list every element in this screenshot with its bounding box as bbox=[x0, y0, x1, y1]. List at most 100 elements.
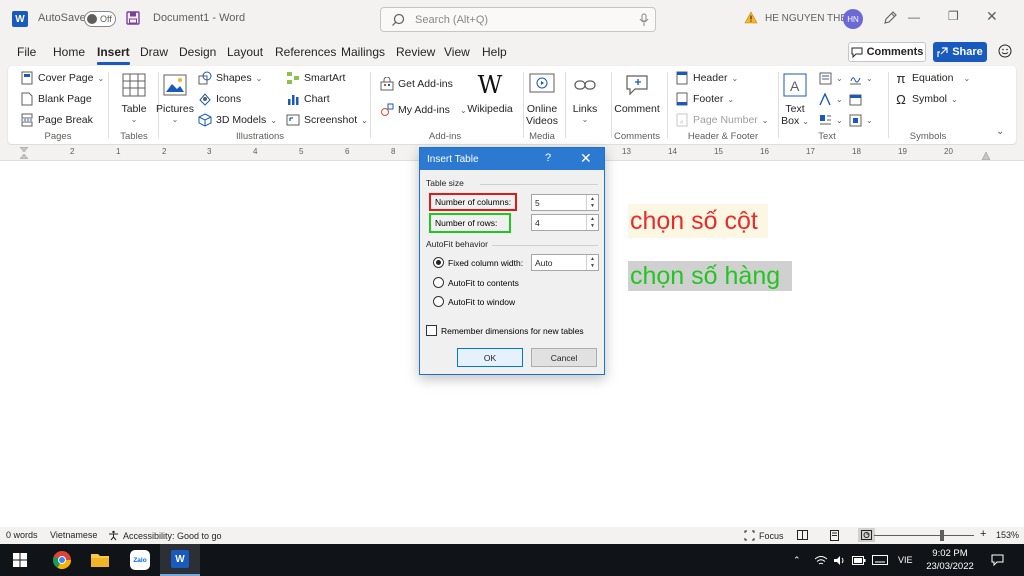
online-videos-button[interactable]: Online Videos bbox=[524, 71, 560, 127]
blank-page-button[interactable]: Blank Page bbox=[20, 92, 92, 106]
autofit-contents-radio[interactable]: AutoFit to contents bbox=[433, 277, 519, 288]
pictures-button[interactable]: Pictures ⌄ bbox=[156, 71, 194, 124]
header-icon bbox=[675, 71, 689, 85]
header-button[interactable]: Header ⌄ bbox=[675, 71, 738, 85]
spin-down-icon[interactable]: ▼ bbox=[587, 223, 598, 231]
chart-button[interactable]: Chart bbox=[286, 92, 330, 106]
windows-start-icon[interactable] bbox=[2, 544, 38, 576]
system-clock[interactable]: 9:02 PM 23/03/2022 bbox=[922, 547, 978, 573]
columns-spinner[interactable]: 5 ▲ ▼ bbox=[531, 194, 599, 211]
focus-button[interactable]: Focus bbox=[744, 530, 784, 541]
zoom-in-button[interactable]: + bbox=[980, 528, 986, 540]
warning-icon[interactable] bbox=[744, 11, 758, 24]
pen-icon[interactable] bbox=[882, 10, 898, 26]
close-icon[interactable]: ✕ bbox=[580, 150, 592, 167]
spin-up-icon[interactable]: ▲ bbox=[587, 215, 598, 223]
keyboard-icon[interactable] bbox=[872, 544, 888, 576]
read-mode-icon[interactable] bbox=[797, 530, 808, 540]
spin-down-icon[interactable]: ▼ bbox=[587, 203, 598, 211]
wikipedia-button[interactable]: W Wikipedia bbox=[467, 71, 513, 115]
minimize-button[interactable]: — bbox=[908, 10, 946, 24]
notifications-icon[interactable] bbox=[991, 544, 1004, 576]
microphone-icon[interactable] bbox=[639, 13, 649, 27]
file-explorer-icon[interactable] bbox=[82, 544, 118, 576]
avatar[interactable]: HN bbox=[843, 9, 863, 29]
battery-icon[interactable] bbox=[852, 544, 866, 576]
save-icon[interactable] bbox=[126, 11, 140, 25]
word-taskbar-icon[interactable]: W bbox=[160, 544, 200, 576]
icons-button[interactable]: Icons bbox=[198, 92, 241, 106]
footer-button[interactable]: Footer ⌄ bbox=[675, 92, 734, 106]
zalo-icon[interactable]: Zalo bbox=[122, 544, 158, 576]
tab-review[interactable]: Review bbox=[396, 45, 435, 59]
zoom-level[interactable]: 153% bbox=[996, 530, 1019, 540]
tab-mailings[interactable]: Mailings bbox=[341, 45, 385, 59]
remember-dimensions-checkbox[interactable]: Remember dimensions for new tables bbox=[426, 325, 584, 336]
print-layout-icon[interactable] bbox=[830, 530, 839, 541]
user-name[interactable]: HE NGUYEN THE bbox=[765, 13, 847, 24]
autosave-toggle[interactable]: Off bbox=[84, 11, 116, 27]
tab-references[interactable]: References bbox=[275, 45, 336, 59]
input-language[interactable]: VIE bbox=[898, 544, 913, 576]
language-status[interactable]: Vietnamese bbox=[50, 530, 97, 540]
tab-file[interactable]: File bbox=[17, 45, 36, 59]
rows-spinner[interactable]: 4 ▲ ▼ bbox=[531, 214, 599, 231]
new-comment-button[interactable]: Comment bbox=[614, 71, 660, 115]
text-box-icon: A bbox=[781, 71, 809, 99]
zoom-out-button[interactable]: - bbox=[866, 528, 870, 540]
tab-layout[interactable]: Layout bbox=[227, 45, 263, 59]
spin-up-icon[interactable]: ▲ bbox=[587, 255, 598, 263]
wordart-button[interactable]: ⌄ bbox=[818, 92, 843, 106]
ok-button[interactable]: OK bbox=[457, 348, 523, 367]
object-button[interactable]: ⌄ bbox=[848, 113, 873, 127]
ruler-number: 1 bbox=[116, 147, 121, 156]
show-hidden-icons[interactable]: ⌃ bbox=[793, 544, 801, 576]
search-input[interactable]: Search (Alt+Q) bbox=[380, 7, 656, 32]
tab-view[interactable]: View bbox=[444, 45, 470, 59]
collapse-ribbon-icon[interactable]: ⌄ bbox=[996, 126, 1004, 137]
indent-marker-icon[interactable] bbox=[19, 146, 29, 162]
spin-up-icon[interactable]: ▲ bbox=[587, 195, 598, 203]
page-break-button[interactable]: Page Break bbox=[20, 113, 93, 127]
word-count[interactable]: 0 words bbox=[6, 530, 38, 540]
wifi-icon[interactable] bbox=[814, 544, 828, 576]
spin-down-icon[interactable]: ▼ bbox=[587, 263, 598, 271]
autofit-window-radio[interactable]: AutoFit to window bbox=[433, 296, 515, 307]
links-button[interactable]: Links ⌄ bbox=[568, 71, 602, 124]
equation-button[interactable]: π Equation ⌄ bbox=[894, 71, 971, 86]
cancel-button[interactable]: Cancel bbox=[531, 348, 597, 367]
shapes-button[interactable]: Shapes ⌄ bbox=[198, 71, 262, 85]
tab-draw[interactable]: Draw bbox=[140, 45, 168, 59]
chrome-icon[interactable] bbox=[44, 544, 80, 576]
tab-design[interactable]: Design bbox=[179, 45, 216, 59]
comments-button[interactable]: Comments bbox=[848, 42, 926, 62]
drop-cap-button[interactable]: ⌄ bbox=[818, 113, 843, 127]
my-addins-button[interactable]: My Add-ins ⌄ bbox=[380, 103, 467, 117]
table-button[interactable]: Table ⌄ bbox=[114, 71, 154, 124]
fixed-width-spinner[interactable]: Auto ▲ ▼ bbox=[531, 254, 599, 271]
smartart-button[interactable]: SmartArt bbox=[286, 71, 345, 85]
3d-models-button[interactable]: 3D Models ⌄ bbox=[198, 113, 277, 127]
signature-line-button[interactable]: ⌄ bbox=[848, 71, 873, 85]
date-time-button[interactable] bbox=[848, 92, 862, 106]
close-window-button[interactable]: ✕ bbox=[986, 8, 1024, 25]
get-addins-button[interactable]: Get Add-ins bbox=[380, 77, 453, 91]
symbol-button[interactable]: Ω Symbol ⌄ bbox=[894, 92, 958, 107]
zoom-slider-track[interactable] bbox=[874, 535, 974, 536]
fixed-width-radio[interactable]: Fixed column width: bbox=[433, 257, 523, 268]
text-box-button[interactable]: A Text Box ⌄ bbox=[780, 71, 810, 128]
restore-button[interactable]: ❐ bbox=[948, 9, 986, 23]
tab-home[interactable]: Home bbox=[53, 45, 85, 59]
cube-icon bbox=[198, 113, 212, 127]
feedback-smiley-icon[interactable] bbox=[998, 44, 1012, 61]
tab-help[interactable]: Help bbox=[482, 45, 507, 59]
help-button[interactable]: ? bbox=[545, 152, 551, 164]
cover-page-button[interactable]: Cover Page ⌄ bbox=[20, 71, 104, 85]
quick-parts-button[interactable]: ⌄ bbox=[818, 71, 843, 85]
tab-insert[interactable]: Insert bbox=[97, 45, 130, 65]
volume-icon[interactable] bbox=[833, 544, 845, 576]
accessibility-status[interactable]: Accessibility: Good to go bbox=[108, 530, 222, 541]
zoom-slider-thumb[interactable] bbox=[940, 530, 944, 541]
screenshot-button[interactable]: Screenshot ⌄ bbox=[286, 113, 368, 127]
share-button[interactable]: Share bbox=[933, 42, 987, 62]
